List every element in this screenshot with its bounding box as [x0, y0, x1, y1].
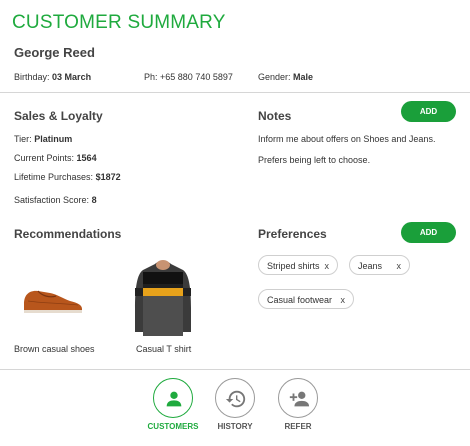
remove-chip-icon[interactable]: x [397, 256, 402, 276]
header-divider [0, 92, 470, 93]
remove-chip-icon[interactable]: x [325, 256, 330, 276]
satisfaction-field: Satisfaction Score: 8 [14, 195, 97, 205]
striped-tshirt-image [135, 260, 191, 336]
nav-customers-button[interactable] [153, 378, 193, 418]
customer-name: George Reed [14, 45, 95, 60]
satisfaction-label: Satisfaction Score: [14, 195, 90, 205]
preferences-heading: Preferences [258, 227, 327, 241]
history-icon [225, 390, 246, 408]
add-preference-button[interactable]: ADD [401, 222, 456, 243]
notes-heading: Notes [258, 109, 292, 123]
chip-label: Jeans [358, 261, 383, 271]
birthday-field: Birthday: 03 March [14, 72, 91, 82]
chip-label: Striped shirts [267, 261, 320, 271]
tier-field: Tier: Platinum [14, 134, 72, 144]
purchases-value: $1872 [95, 172, 121, 182]
points-value: 1564 [76, 153, 97, 163]
phone-field: Ph: +65 880 740 5897 [144, 72, 233, 82]
phone-value: +65 880 740 5897 [160, 72, 233, 82]
person-icon [166, 391, 182, 407]
nav-refer-button[interactable] [278, 378, 318, 418]
birthday-label: Birthday: [14, 72, 50, 82]
gender-label: Gender: [258, 72, 291, 82]
add-person-icon [289, 391, 310, 407]
purchases-field: Lifetime Purchases: $1872 [14, 172, 121, 182]
points-field: Current Points: 1564 [14, 153, 97, 163]
nav-refer-label[interactable]: REFER [268, 422, 328, 431]
phone-label: Ph: [144, 72, 158, 82]
preference-chip: Striped shirts x [258, 255, 338, 275]
tier-value: Platinum [34, 134, 73, 144]
preference-chip: Jeans x [349, 255, 410, 275]
sales-loyalty-heading: Sales & Loyalty [14, 109, 103, 123]
tier-label: Tier: [14, 134, 32, 144]
satisfaction-value: 8 [91, 195, 97, 205]
footer-divider [0, 369, 470, 370]
nav-history-button[interactable] [215, 378, 255, 418]
brown-shoe-image [24, 290, 82, 313]
nav-customers-label[interactable]: CUSTOMERS [143, 422, 203, 431]
birthday-value: 03 March [52, 72, 92, 82]
points-label: Current Points: [14, 153, 75, 163]
gender-value: Male [293, 72, 314, 82]
preference-chip: Casual footwear x [258, 289, 354, 309]
page-title: CUSTOMER SUMMARY [12, 12, 226, 33]
add-note-button[interactable]: ADD [401, 101, 456, 122]
recommendation-label: Brown casual shoes [14, 344, 95, 354]
remove-chip-icon[interactable]: x [341, 290, 346, 310]
purchases-label: Lifetime Purchases: [14, 172, 94, 182]
chip-label: Casual footwear [267, 295, 333, 305]
recommendations-heading: Recommendations [14, 227, 122, 241]
note-item: Inform me about offers on Shoes and Jean… [258, 134, 436, 144]
recommendation-label: Casual T shirt [136, 344, 192, 354]
nav-history-label[interactable]: HISTORY [205, 422, 265, 431]
gender-field: Gender: Male [258, 72, 313, 82]
note-item: Prefers being left to choose. [258, 155, 371, 165]
